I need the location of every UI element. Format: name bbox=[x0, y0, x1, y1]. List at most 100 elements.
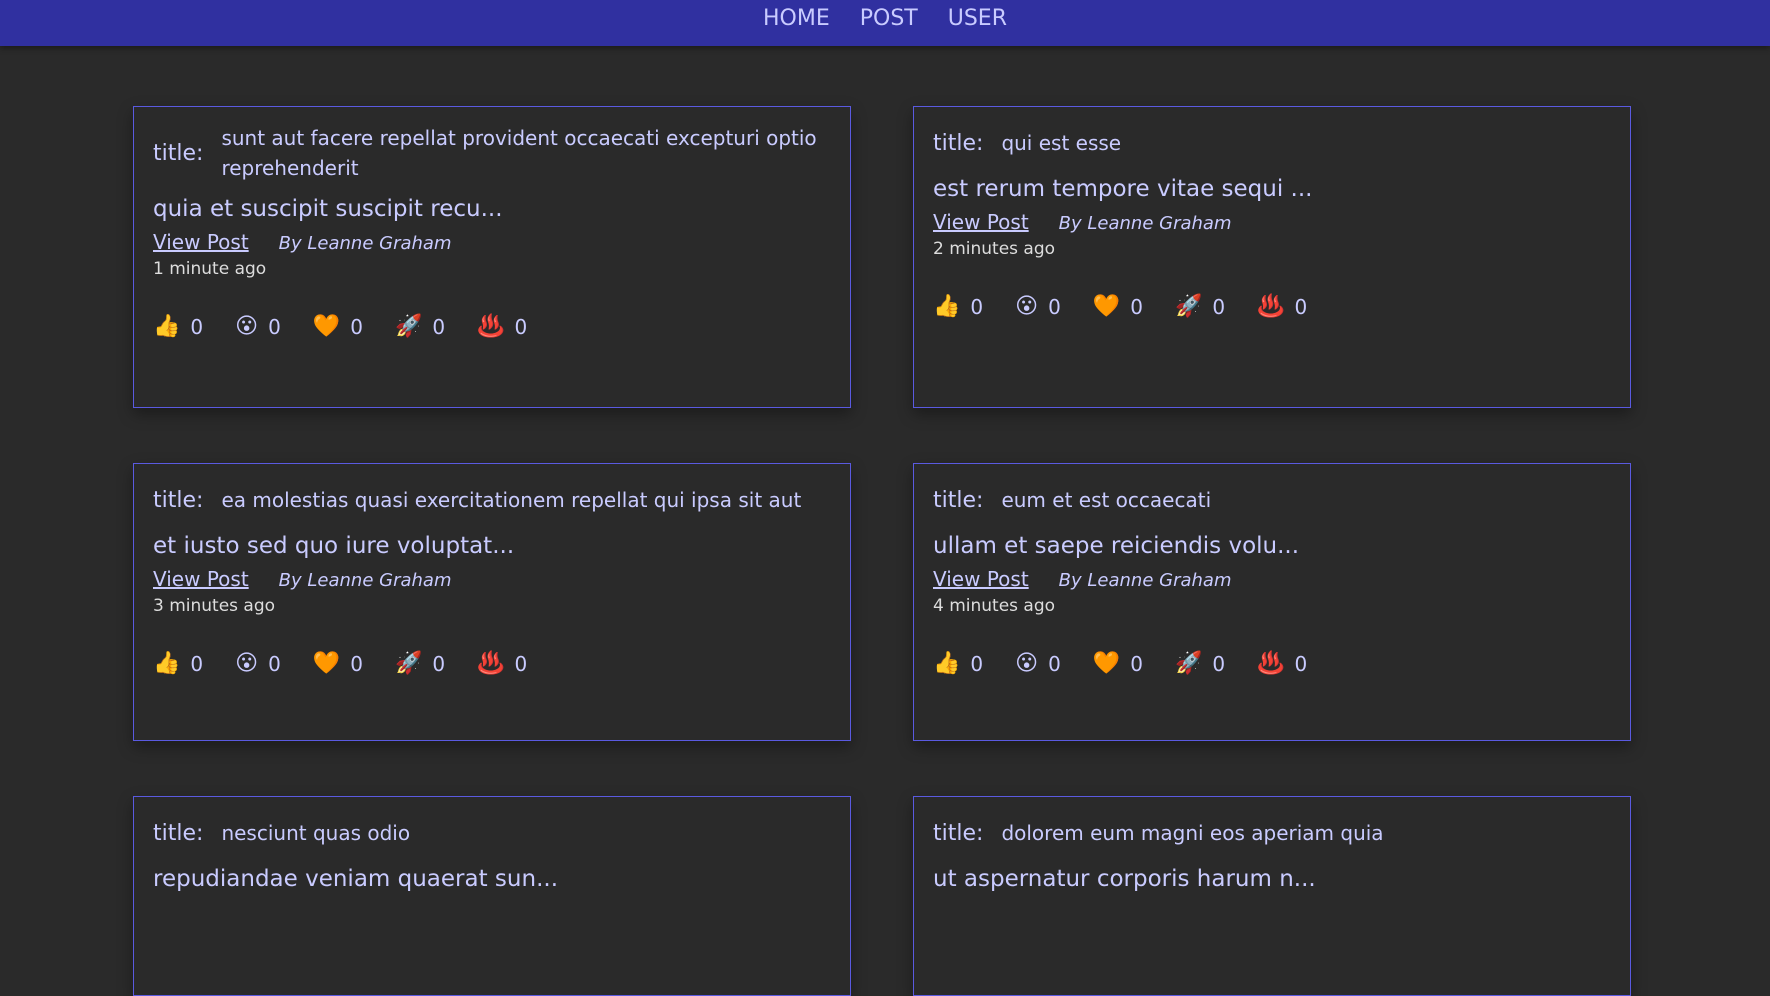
reaction-heart-button[interactable]: 🧡 0 bbox=[1093, 652, 1143, 676]
nav-user-link[interactable]: USER bbox=[948, 6, 1007, 31]
reaction-wow-button[interactable]: 😮 0 bbox=[1015, 652, 1061, 676]
top-navbar: HOME POST USER bbox=[0, 0, 1770, 46]
nav-home-link[interactable]: HOME bbox=[763, 6, 830, 31]
reaction-count: 0 bbox=[1212, 652, 1226, 676]
reaction-count: 0 bbox=[268, 315, 281, 339]
reaction-count: 0 bbox=[432, 315, 446, 339]
thumbs-up-icon: 👍 bbox=[153, 314, 181, 339]
reaction-coffee-button[interactable]: ♨️ 0 bbox=[1257, 295, 1307, 319]
post-title-row: title: ea molestias quasi exercitationem… bbox=[153, 480, 831, 520]
reaction-rocket-button[interactable]: 🚀 0 bbox=[1175, 652, 1225, 676]
reaction-heart-button[interactable]: 🧡 0 bbox=[1093, 295, 1143, 319]
post-excerpt: est rerum tempore vitae sequi ... bbox=[933, 176, 1313, 202]
wow-icon: 😮 bbox=[235, 651, 259, 676]
reaction-count: 0 bbox=[514, 652, 528, 676]
reaction-count: 0 bbox=[1130, 295, 1143, 319]
reaction-count: 0 bbox=[350, 652, 363, 676]
coffee-icon: ♨️ bbox=[477, 314, 505, 339]
title-label: title: bbox=[933, 130, 984, 156]
reaction-wow-button[interactable]: 😮 0 bbox=[235, 652, 281, 676]
post-timestamp: 3 minutes ago bbox=[153, 596, 276, 616]
reaction-rocket-button[interactable]: 🚀 0 bbox=[395, 315, 445, 339]
reaction-count: 0 bbox=[1048, 295, 1061, 319]
reaction-count: 0 bbox=[1294, 652, 1308, 676]
rocket-icon: 🚀 bbox=[1174, 294, 1203, 319]
post-title-row: title: sunt aut facere repellat providen… bbox=[153, 123, 831, 183]
rocket-icon: 🚀 bbox=[1174, 651, 1203, 676]
reaction-bar: 👍 0 😮 0 🧡 0 🚀 0 ♨️ 0 bbox=[153, 652, 831, 676]
post-author: By Leanne Graham bbox=[1058, 213, 1232, 234]
title-label: title: bbox=[153, 140, 204, 166]
thumbs-up-icon: 👍 bbox=[933, 651, 961, 676]
reaction-bar: 👍 0 😮 0 🧡 0 🚀 0 ♨️ 0 bbox=[153, 315, 831, 339]
reaction-rocket-button[interactable]: 🚀 0 bbox=[1175, 295, 1225, 319]
post-timestamp: 2 minutes ago bbox=[933, 239, 1056, 259]
reaction-wow-button[interactable]: 😮 0 bbox=[235, 315, 281, 339]
reaction-rocket-button[interactable]: 🚀 0 bbox=[395, 652, 445, 676]
title-label: title: bbox=[933, 820, 984, 846]
heart-icon: 🧡 bbox=[1092, 294, 1121, 319]
reaction-thumbs-up-button[interactable]: 👍 0 bbox=[153, 315, 203, 339]
view-post-link[interactable]: View Post bbox=[933, 210, 1029, 234]
wow-icon: 😮 bbox=[1015, 651, 1039, 676]
reaction-coffee-button[interactable]: ♨️ 0 bbox=[477, 652, 527, 676]
reaction-thumbs-up-button[interactable]: 👍 0 bbox=[933, 652, 983, 676]
post-excerpt: quia et suscipit suscipit recu... bbox=[153, 196, 503, 222]
reaction-count: 0 bbox=[350, 315, 363, 339]
reaction-coffee-button[interactable]: ♨️ 0 bbox=[477, 315, 527, 339]
post-meta: View Post By Leanne Graham bbox=[153, 230, 831, 254]
wow-icon: 😮 bbox=[235, 314, 259, 339]
heart-icon: 🧡 bbox=[1092, 651, 1121, 676]
reaction-count: 0 bbox=[970, 295, 984, 319]
post-title-row: title: nesciunt quas odio bbox=[153, 813, 831, 853]
post-title: eum et est occaecati bbox=[1001, 488, 1212, 512]
post-card: title: dolorem eum magni eos aperiam qui… bbox=[913, 796, 1631, 996]
post-excerpt: ullam et saepe reiciendis volu... bbox=[933, 533, 1300, 559]
reaction-bar: 👍 0 😮 0 🧡 0 🚀 0 ♨️ 0 bbox=[933, 652, 1611, 676]
post-author: By Leanne Graham bbox=[1058, 570, 1232, 591]
nav-post-link[interactable]: POST bbox=[860, 6, 918, 31]
post-title: qui est esse bbox=[1001, 131, 1122, 155]
post-card: title: ea molestias quasi exercitationem… bbox=[133, 463, 851, 741]
reaction-count: 0 bbox=[190, 315, 204, 339]
reaction-count: 0 bbox=[268, 652, 281, 676]
post-excerpt: et iusto sed quo iure voluptat... bbox=[153, 533, 515, 559]
post-timestamp: 4 minutes ago bbox=[933, 596, 1056, 616]
coffee-icon: ♨️ bbox=[477, 651, 505, 676]
post-card: title: eum et est occaecati ullam et sae… bbox=[913, 463, 1631, 741]
post-title: ea molestias quasi exercitationem repell… bbox=[221, 488, 802, 512]
reaction-count: 0 bbox=[1294, 295, 1308, 319]
view-post-link[interactable]: View Post bbox=[933, 567, 1029, 591]
reaction-heart-button[interactable]: 🧡 0 bbox=[313, 652, 363, 676]
post-card: title: nesciunt quas odio repudiandae ve… bbox=[133, 796, 851, 996]
thumbs-up-icon: 👍 bbox=[933, 294, 961, 319]
view-post-link[interactable]: View Post bbox=[153, 230, 249, 254]
rocket-icon: 🚀 bbox=[394, 651, 423, 676]
reaction-bar: 👍 0 😮 0 🧡 0 🚀 0 ♨️ 0 bbox=[933, 295, 1611, 319]
view-post-link[interactable]: View Post bbox=[153, 567, 249, 591]
post-card: title: sunt aut facere repellat providen… bbox=[133, 106, 851, 408]
reaction-count: 0 bbox=[1048, 652, 1061, 676]
reaction-thumbs-up-button[interactable]: 👍 0 bbox=[153, 652, 203, 676]
post-title-row: title: qui est esse bbox=[933, 123, 1611, 163]
post-excerpt: ut aspernatur corporis harum n... bbox=[933, 866, 1316, 892]
post-meta: View Post By Leanne Graham bbox=[933, 567, 1611, 591]
coffee-icon: ♨️ bbox=[1257, 294, 1285, 319]
heart-icon: 🧡 bbox=[312, 314, 341, 339]
post-title: dolorem eum magni eos aperiam quia bbox=[1001, 821, 1384, 845]
reaction-coffee-button[interactable]: ♨️ 0 bbox=[1257, 652, 1307, 676]
post-title: sunt aut facere repellat provident occae… bbox=[221, 126, 817, 180]
post-excerpt: repudiandae veniam quaerat sun... bbox=[153, 866, 559, 892]
reaction-count: 0 bbox=[514, 315, 528, 339]
reaction-thumbs-up-button[interactable]: 👍 0 bbox=[933, 295, 983, 319]
reaction-heart-button[interactable]: 🧡 0 bbox=[313, 315, 363, 339]
post-meta: View Post By Leanne Graham bbox=[153, 567, 831, 591]
post-title-row: title: eum et est occaecati bbox=[933, 480, 1611, 520]
post-meta: View Post By Leanne Graham bbox=[933, 210, 1611, 234]
rocket-icon: 🚀 bbox=[394, 314, 423, 339]
reaction-wow-button[interactable]: 😮 0 bbox=[1015, 295, 1061, 319]
reaction-count: 0 bbox=[1212, 295, 1226, 319]
reaction-count: 0 bbox=[432, 652, 446, 676]
thumbs-up-icon: 👍 bbox=[153, 651, 181, 676]
heart-icon: 🧡 bbox=[312, 651, 341, 676]
